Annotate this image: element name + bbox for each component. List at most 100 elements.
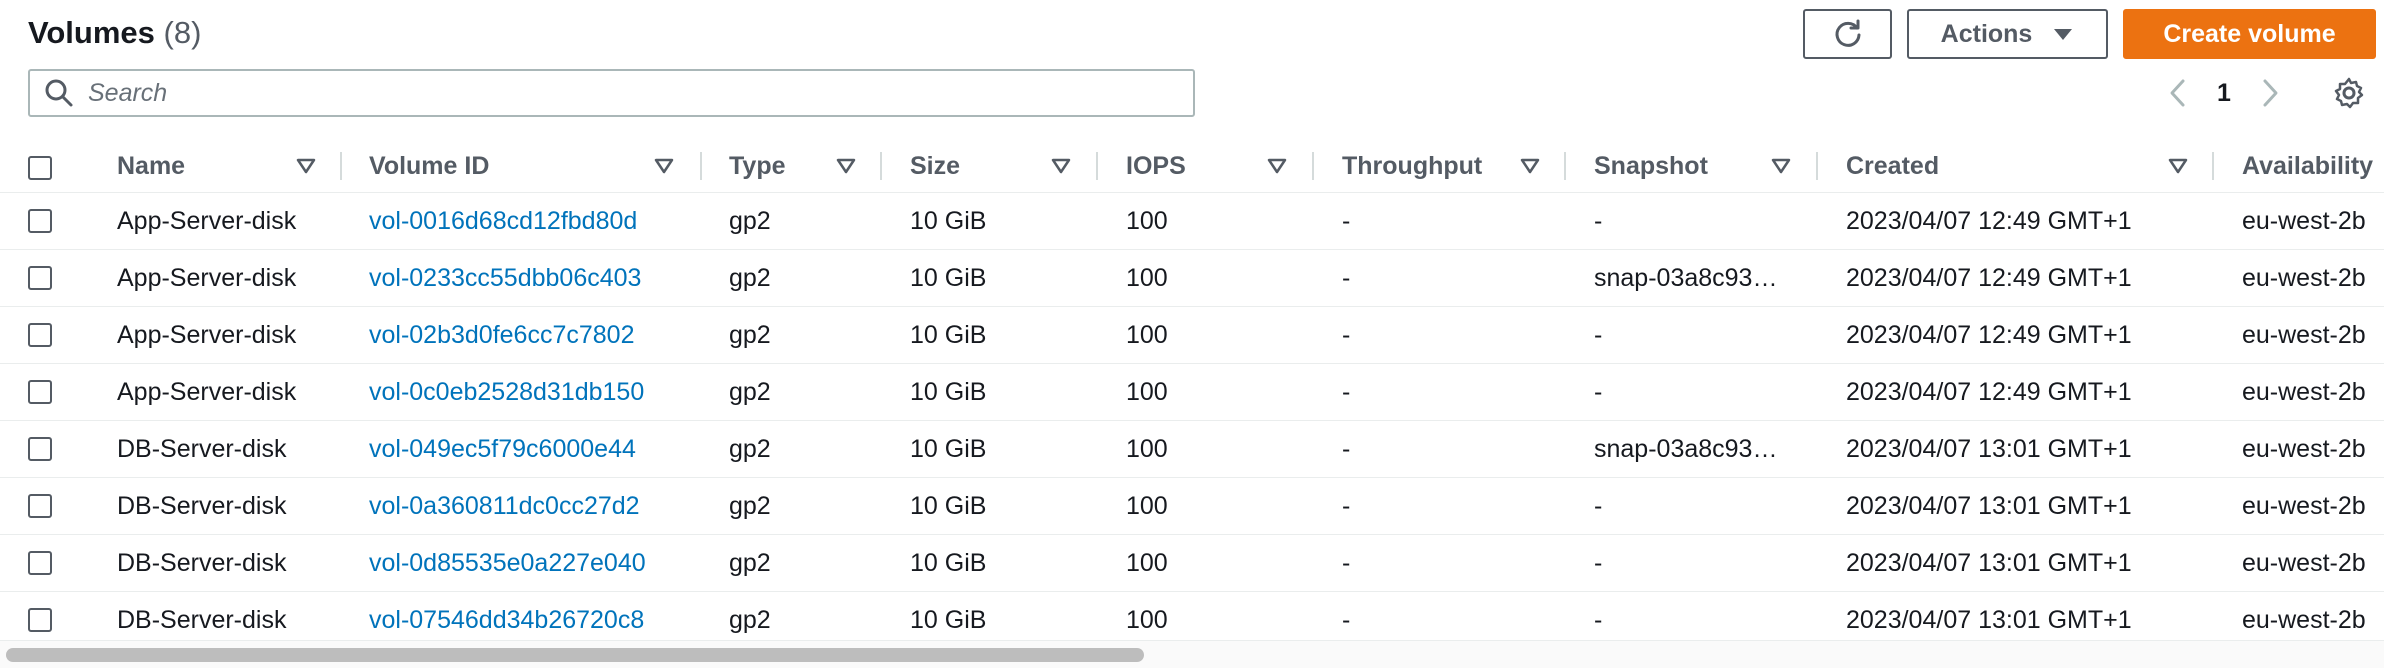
- column-name-label: Name: [117, 151, 186, 180]
- volume-count: (8): [163, 15, 202, 50]
- create-volume-button[interactable]: Create volume: [2123, 9, 2376, 59]
- row-checkbox[interactable]: [28, 608, 52, 632]
- row-checkbox[interactable]: [28, 437, 52, 461]
- cell-name: App-Server-disk: [117, 206, 297, 235]
- column-divider[interactable]: [880, 152, 882, 180]
- sort-down-icon[interactable]: [2166, 154, 2190, 178]
- column-divider[interactable]: [1816, 152, 1818, 180]
- actions-label: Actions: [1940, 19, 2033, 48]
- cell-volume-id-link[interactable]: vol-0233cc55dbb06c403: [369, 250, 689, 306]
- pagination: 1: [2160, 70, 2288, 116]
- cell-throughput: -: [1342, 377, 1351, 406]
- cell-type: gp2: [729, 263, 771, 292]
- column-header-throughput[interactable]: Throughput: [1342, 140, 1542, 192]
- page-title-text: Volumes: [28, 15, 155, 50]
- cell-availability-zone: eu-west-2b: [2242, 434, 2366, 463]
- row-checkbox[interactable]: [28, 551, 52, 575]
- cell-volume-id-link[interactable]: vol-0a360811dc0cc27d2: [369, 478, 689, 534]
- table-row[interactable]: DB-Server-disk vol-049ec5f79c6000e44 gp2…: [0, 421, 2384, 478]
- cell-type: gp2: [729, 320, 771, 349]
- cell-iops: 100: [1126, 206, 1168, 235]
- column-iops-label: IOPS: [1126, 151, 1186, 180]
- cell-snapshot: -: [1594, 377, 1603, 406]
- cell-name: App-Server-disk: [117, 320, 297, 349]
- cell-created: 2023/04/07 12:49 GMT+1: [1846, 206, 2132, 235]
- cell-iops: 100: [1126, 491, 1168, 520]
- table-row[interactable]: DB-Server-disk vol-0a360811dc0cc27d2 gp2…: [0, 478, 2384, 535]
- cell-volume-id-link[interactable]: vol-0d85535e0a227e040: [369, 535, 689, 591]
- column-divider[interactable]: [700, 152, 702, 180]
- sort-down-icon[interactable]: [294, 154, 318, 178]
- caret-down-icon: [2054, 29, 2073, 40]
- table-row[interactable]: App-Server-disk vol-0c0eb2528d31db150 gp…: [0, 364, 2384, 421]
- cell-iops: 100: [1126, 320, 1168, 349]
- search-input[interactable]: [86, 77, 1193, 109]
- cell-type: gp2: [729, 548, 771, 577]
- sort-down-icon[interactable]: [1769, 154, 1793, 178]
- chevron-right-icon[interactable]: [2252, 75, 2288, 111]
- cell-created: 2023/04/07 12:49 GMT+1: [1846, 263, 2132, 292]
- column-created-label: Created: [1846, 151, 1940, 180]
- volumes-panel: Volumes (8) Actions Create volume Search…: [0, 0, 2384, 668]
- column-throughput-label: Throughput: [1342, 151, 1483, 180]
- gear-icon[interactable]: [2331, 75, 2367, 111]
- search-icon: [44, 77, 76, 109]
- column-volume-id-label: Volume ID: [369, 151, 490, 180]
- column-divider[interactable]: [2212, 152, 2214, 180]
- cell-throughput: -: [1342, 548, 1351, 577]
- row-checkbox[interactable]: [28, 266, 52, 290]
- chevron-left-icon[interactable]: [2160, 75, 2196, 111]
- cell-type: gp2: [729, 377, 771, 406]
- sort-down-icon[interactable]: [1049, 154, 1073, 178]
- row-checkbox[interactable]: [28, 209, 52, 233]
- row-checkbox[interactable]: [28, 380, 52, 404]
- cell-name: DB-Server-disk: [117, 491, 287, 520]
- sort-down-icon[interactable]: [652, 154, 676, 178]
- table-row[interactable]: App-Server-disk vol-0016d68cd12fbd80d gp…: [0, 193, 2384, 250]
- sort-down-icon[interactable]: [834, 154, 858, 178]
- cell-throughput: -: [1342, 491, 1351, 520]
- cell-created: 2023/04/07 13:01 GMT+1: [1846, 548, 2132, 577]
- cell-created: 2023/04/07 12:49 GMT+1: [1846, 320, 2132, 349]
- cell-size: 10 GiB: [910, 377, 987, 406]
- refresh-icon: [1835, 19, 1860, 47]
- column-divider[interactable]: [1564, 152, 1566, 180]
- column-header-created[interactable]: Created: [1846, 140, 2206, 192]
- column-size-label: Size: [910, 151, 961, 180]
- select-all-checkbox[interactable]: [28, 156, 52, 180]
- column-divider[interactable]: [340, 152, 342, 180]
- table-row[interactable]: App-Server-disk vol-0233cc55dbb06c403 gp…: [0, 250, 2384, 307]
- column-header-snapshot[interactable]: Snapshot: [1594, 140, 1784, 192]
- sort-down-icon[interactable]: [1518, 154, 1542, 178]
- cell-size: 10 GiB: [910, 320, 987, 349]
- cell-volume-id-link[interactable]: vol-0016d68cd12fbd80d: [369, 193, 689, 249]
- column-snapshot-label: Snapshot: [1594, 151, 1708, 180]
- current-page[interactable]: 1: [2196, 79, 2252, 108]
- refresh-button[interactable]: [1803, 9, 1892, 59]
- horizontal-scrollbar[interactable]: [0, 640, 2384, 668]
- cell-type: gp2: [729, 206, 771, 235]
- row-checkbox[interactable]: [28, 494, 52, 518]
- cell-created: 2023/04/07 13:01 GMT+1: [1846, 491, 2132, 520]
- cell-volume-id-link[interactable]: vol-0c0eb2528d31db150: [369, 364, 689, 420]
- column-divider[interactable]: [1096, 152, 1098, 180]
- cell-availability-zone: eu-west-2b: [2242, 206, 2366, 235]
- column-header-availability-zone[interactable]: Availability: [2242, 140, 2384, 192]
- cell-name: App-Server-disk: [117, 377, 297, 406]
- cell-iops: 100: [1126, 548, 1168, 577]
- cell-volume-id-link[interactable]: vol-049ec5f79c6000e44: [369, 421, 689, 477]
- scrollbar-thumb[interactable]: [6, 648, 1144, 662]
- page-title: Volumes (8): [28, 12, 201, 54]
- sort-down-icon[interactable]: [1265, 154, 1289, 178]
- cell-volume-id-link[interactable]: vol-02b3d0fe6cc7c7802: [369, 307, 689, 363]
- cell-type: gp2: [729, 491, 771, 520]
- column-divider[interactable]: [1312, 152, 1314, 180]
- cell-name: DB-Server-disk: [117, 434, 287, 463]
- actions-button[interactable]: Actions: [1907, 9, 2108, 59]
- table-row[interactable]: DB-Server-disk vol-0d85535e0a227e040 gp2…: [0, 535, 2384, 592]
- column-header-volume-id[interactable]: Volume ID: [369, 140, 689, 192]
- cell-name: App-Server-disk: [117, 263, 297, 292]
- table-row[interactable]: App-Server-disk vol-02b3d0fe6cc7c7802 gp…: [0, 307, 2384, 364]
- row-checkbox[interactable]: [28, 323, 52, 347]
- cell-size: 10 GiB: [910, 548, 987, 577]
